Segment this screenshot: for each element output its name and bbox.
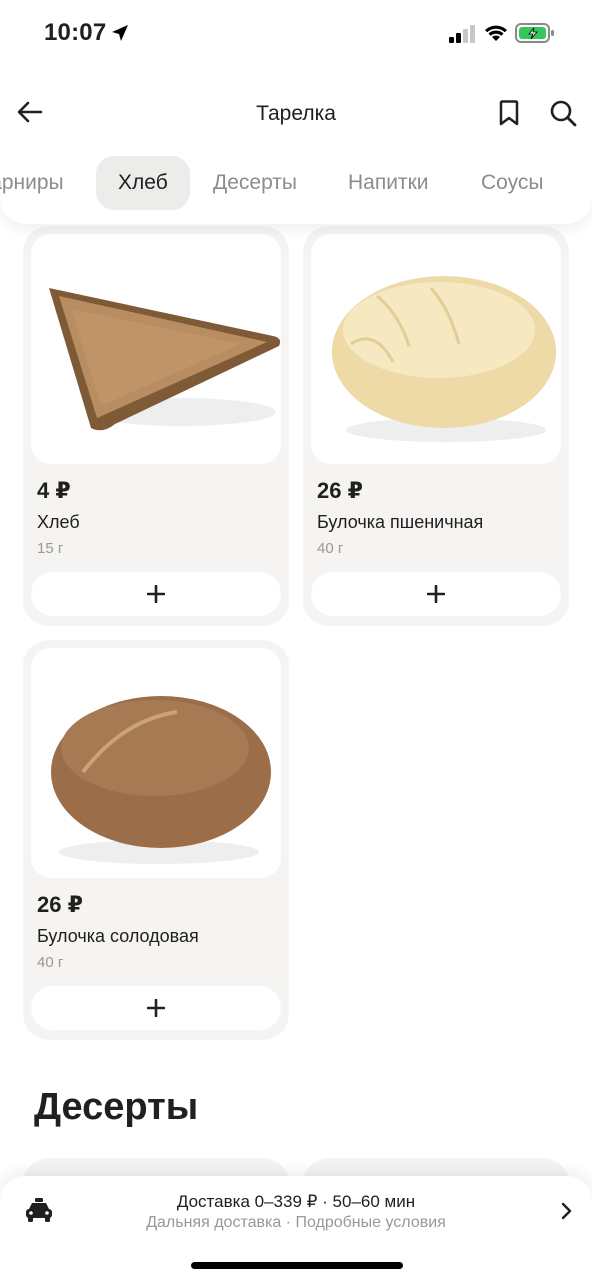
delivery-terms: Доставка 0–339 ₽ · 50–60 мин	[176, 1192, 416, 1211]
tab-bread[interactable]: Хлеб	[96, 156, 190, 210]
rye-bread-slice-image	[49, 288, 281, 431]
search-button[interactable]	[545, 95, 581, 131]
location-arrow-icon	[112, 25, 128, 41]
status-bar: 10:07	[0, 0, 592, 66]
add-to-cart-button[interactable]	[311, 572, 561, 616]
product-price: 26 ₽	[317, 478, 363, 503]
plus-icon	[427, 585, 445, 603]
product-image	[31, 234, 281, 464]
status-time: 10:07	[44, 19, 107, 46]
delivery-details-link[interactable]: Дальняя доставка · Подробные условия	[0, 1214, 592, 1232]
tab-drinks[interactable]: Напитки	[348, 156, 428, 210]
product-name: Булочка пшеничная	[317, 512, 484, 532]
product-weight: 40 г	[317, 540, 344, 557]
product-price: 4 ₽	[37, 478, 71, 503]
product-weight: 15 г	[37, 540, 64, 557]
chevron-right-icon[interactable]	[558, 1201, 574, 1221]
bookmark-icon	[499, 100, 519, 126]
add-to-cart-button[interactable]	[31, 572, 281, 616]
tab-garnishes[interactable]: Гарниры	[0, 156, 64, 210]
header: Тарелка	[0, 80, 592, 150]
tab-sauces[interactable]: Соусы	[481, 156, 543, 210]
bookmark-button[interactable]	[492, 95, 526, 131]
product-image	[31, 648, 281, 878]
malt-bun-image	[51, 696, 271, 864]
category-tabs: Гарниры Хлеб Десерты Напитки Соусы	[0, 146, 592, 224]
product-name: Хлеб	[37, 512, 80, 532]
product-name: Булочка солодовая	[37, 926, 199, 946]
product-price: 26 ₽	[37, 892, 83, 917]
product-image	[311, 234, 561, 464]
section-title-desserts: Десерты	[34, 1086, 199, 1128]
add-to-cart-button[interactable]	[31, 986, 281, 1030]
cellular-signal-icon	[449, 25, 475, 43]
product-card[interactable]: 26 ₽ Булочка солодовая 40 г	[23, 640, 289, 1040]
wheat-bun-image	[332, 276, 556, 442]
battery-charging-icon	[515, 23, 554, 43]
search-icon	[550, 100, 577, 127]
product-weight: 40 г	[37, 954, 64, 971]
plus-icon	[147, 999, 165, 1017]
plus-icon	[147, 585, 165, 603]
product-card[interactable]: 26 ₽ Булочка пшеничная 40 г	[303, 226, 569, 626]
product-card[interactable]: 4 ₽ Хлеб 15 г	[23, 226, 289, 626]
tab-desserts[interactable]: Десерты	[213, 156, 297, 210]
wifi-icon	[485, 25, 507, 41]
delivery-info-bar[interactable]: Доставка 0–339 ₽ · 50–60 мин Дальняя дос…	[0, 1176, 592, 1280]
home-indicator	[191, 1262, 403, 1269]
